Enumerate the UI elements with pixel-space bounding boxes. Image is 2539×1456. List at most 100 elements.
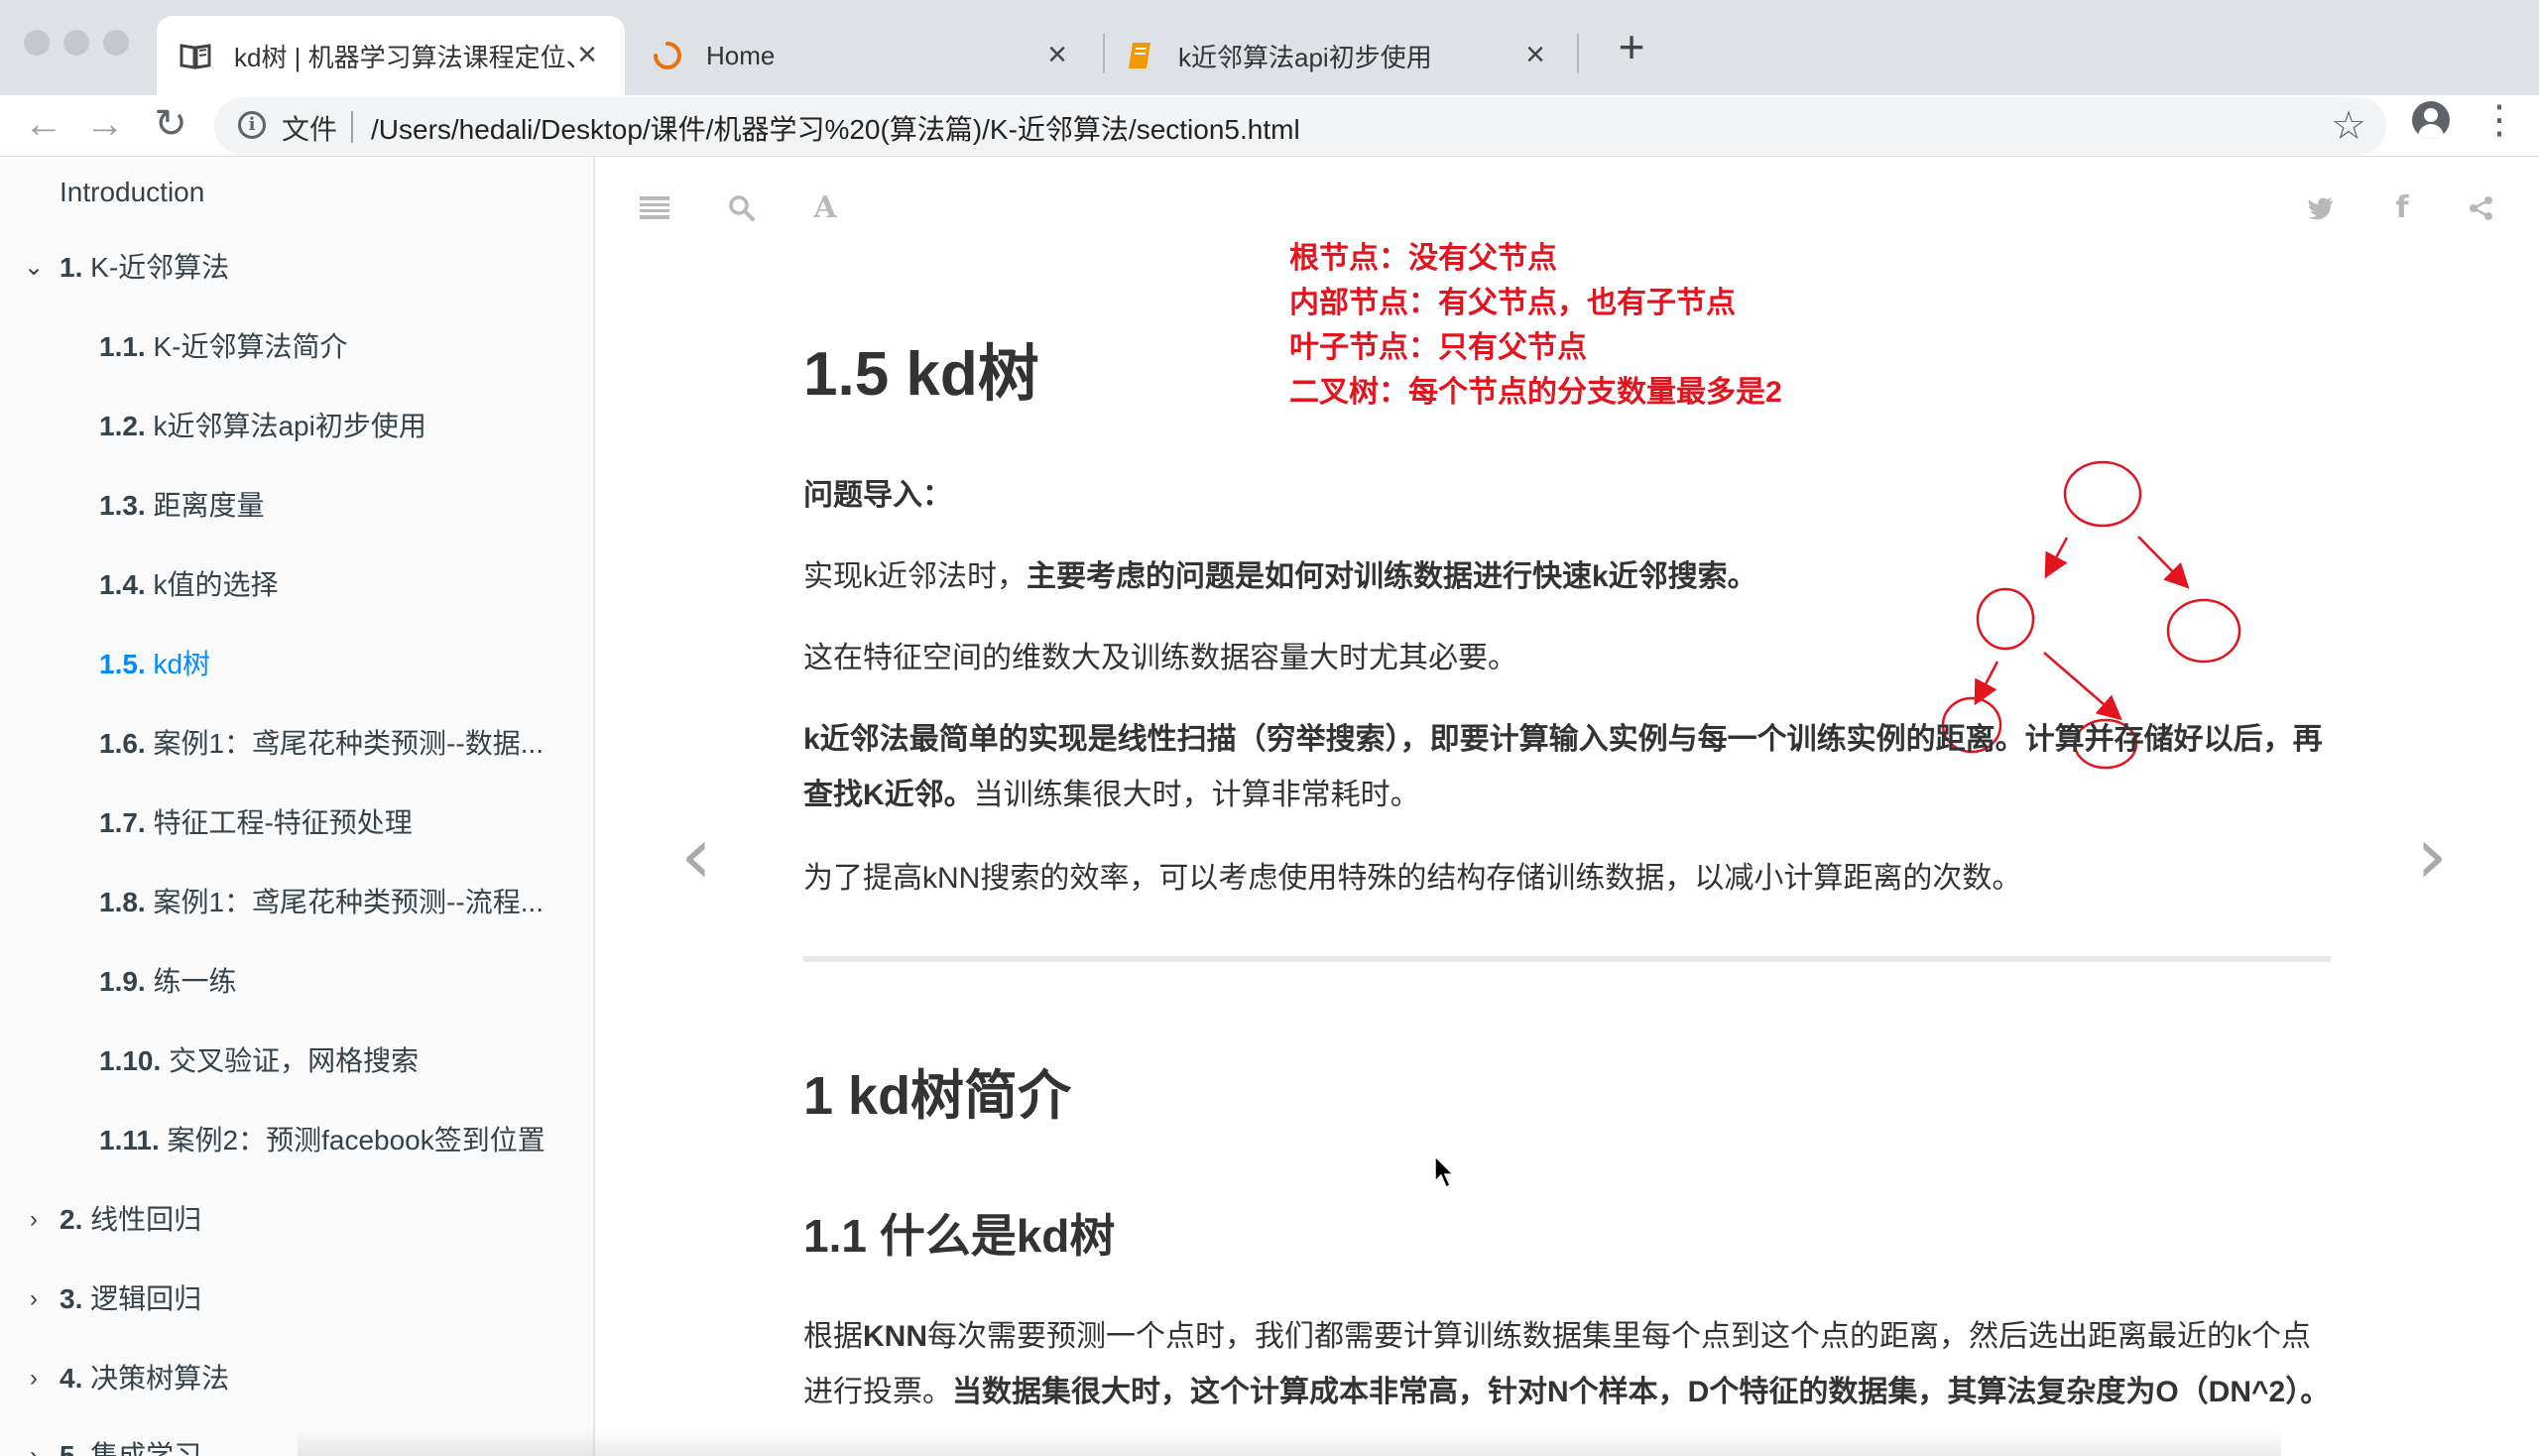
text-run-bold: 当数据集很大时，这个计算成本非常高，针对N个样本，D个特征的数据集，其算法复杂度…: [952, 1376, 2331, 1408]
chevron-right-icon[interactable]: ›: [22, 1359, 46, 1398]
sidebar-item-label: 集成学习: [90, 1440, 202, 1456]
tab-close-icon[interactable]: ×: [571, 38, 603, 71]
sidebar-item-label: 案例1：鸢尾花种类预测--流程...: [153, 887, 544, 917]
chevron-down-icon[interactable]: ⌄: [22, 248, 46, 288]
facebook-icon[interactable]: f: [2382, 188, 2422, 228]
sidebar-item-number: 1.1.: [99, 331, 146, 362]
sidebar-item-introduction[interactable]: Introduction: [60, 173, 204, 212]
font-settings-icon[interactable]: A: [805, 188, 845, 228]
chevron-right-icon[interactable]: ›: [22, 1200, 46, 1240]
sidebar-item-logistic-regression[interactable]: 3. 逻辑回归: [60, 1279, 201, 1319]
browser-menu-icon[interactable]: ⋮: [2479, 97, 2519, 145]
tab-title: kd树 | 机器学习算法课程定位、: [234, 42, 581, 72]
sidebar-item-label: k近邻算法api初步使用: [153, 411, 426, 441]
sidebar-item-linear-regression[interactable]: 2. 线性回归: [60, 1200, 201, 1240]
sidebar-item-1-9[interactable]: 1.9. 练一练: [99, 962, 237, 1002]
sidebar-item-label: 逻辑回归: [90, 1283, 202, 1314]
chevron-right-icon[interactable]: ›: [22, 1436, 46, 1456]
text-run: 根据: [803, 1320, 863, 1353]
previous-page-arrow-icon[interactable]: ‹: [676, 816, 716, 901]
sidebar-item-decision-tree[interactable]: 4. 决策树算法: [60, 1359, 229, 1398]
tab-separator: [1103, 34, 1105, 73]
sidebar-item-1-6[interactable]: 1.6. 案例1：鸢尾花种类预测--数据...: [99, 724, 544, 764]
reload-button[interactable]: ↻: [147, 101, 194, 149]
info-icon[interactable]: i: [238, 111, 266, 139]
back-button[interactable]: ←: [20, 101, 67, 149]
sidebar-item-1-10[interactable]: 1.10. 交叉验证，网格搜索: [99, 1041, 419, 1081]
sidebar-item-number: 1.5.: [99, 649, 146, 679]
sidebar-item-number: 4.: [60, 1363, 83, 1394]
text-run: 实现k近邻法时，: [803, 560, 1027, 593]
tab-separator: [1577, 34, 1579, 73]
tab-title: Home: [706, 40, 776, 70]
sidebar-item-1-1[interactable]: 1.1. K-近邻算法简介: [99, 327, 348, 367]
sidebar-item-1-11[interactable]: 1.11. 案例2：预测facebook签到位置: [99, 1121, 545, 1160]
paragraph-4: 为了提高kNN搜索的效率，可以考虑使用特殊的结构存储训练数据，以减小计算距离的次…: [803, 862, 2022, 895]
sidebar-item-1-2[interactable]: 1.2. k近邻算法api初步使用: [99, 407, 426, 446]
chevron-right-icon[interactable]: ›: [22, 1279, 46, 1319]
text-run: 当训练集很大时，计算非常耗时。: [973, 779, 1420, 811]
sidebar-item-1-5[interactable]: 1.5. kd树: [99, 645, 210, 684]
sidebar-item-number: 5.: [60, 1440, 83, 1456]
sidebar-item-1-7[interactable]: 1.7. 特征工程-特征预处理: [99, 803, 413, 843]
new-tab-button[interactable]: +: [1607, 24, 1656, 73]
sidebar-item-knn[interactable]: 1. K-近邻算法: [60, 248, 229, 288]
search-icon[interactable]: [722, 188, 762, 228]
sidebar-item-number: 1.4.: [99, 569, 146, 600]
sidebar-item-number: 1.2.: [99, 411, 146, 441]
window-close-button[interactable]: [24, 30, 50, 56]
book-icon: [180, 44, 211, 69]
tab-home[interactable]: Home ×: [643, 16, 1095, 95]
sidebar-item-label: 交叉验证，网格搜索: [169, 1045, 420, 1076]
profile-avatar-icon[interactable]: [2412, 101, 2450, 139]
sidebar-item-label: k值的选择: [153, 569, 279, 600]
forward-button[interactable]: →: [81, 101, 129, 149]
twitter-icon[interactable]: [2301, 188, 2341, 228]
loading-ring-icon: [654, 42, 681, 69]
sidebar-item-label: 距离度量: [153, 490, 265, 521]
sidebar-item-ensemble[interactable]: 5. 集成学习: [60, 1436, 201, 1456]
sidebar-item-label: K-近邻算法: [90, 252, 230, 283]
next-page-arrow-icon[interactable]: ›: [2412, 816, 2452, 901]
paragraph-5: 根据KNN每次需要预测一个点时，我们都需要计算训练数据集里每个点到这个点的距离，…: [803, 1309, 2331, 1420]
sidebar-item-number: 3.: [60, 1283, 83, 1314]
sidebar-item-number: 1.7.: [99, 807, 146, 838]
page-title: 1.5 kd树: [803, 340, 1039, 409]
intro-label: 问题导入：: [803, 479, 952, 512]
sidebar-item-label: 案例2：预测facebook签到位置: [167, 1125, 545, 1155]
toggle-sidebar-icon[interactable]: [635, 188, 674, 228]
sidebar-item-1-8[interactable]: 1.8. 案例1：鸢尾花种类预测--流程...: [99, 883, 544, 922]
sidebar-item-label: 特征工程-特征预处理: [153, 807, 413, 838]
url-text[interactable]: /Users/hedali/Desktop/课件/机器学习%20(算法篇)/K-…: [371, 108, 1300, 148]
paragraph-2: 这在特征空间的维数大及训练数据容量大时尤其必要。: [803, 642, 1517, 674]
window-zoom-button[interactable]: [103, 30, 129, 56]
tab-knn-api[interactable]: k近邻算法api初步使用 ×: [1121, 16, 1573, 95]
sidebar-item-1-4[interactable]: 1.4. k值的选择: [99, 565, 279, 605]
sidebar-item-1-3[interactable]: 1.3. 距离度量: [99, 486, 265, 526]
paragraph-1: 实现k近邻法时，主要考虑的问题是如何对训练数据进行快速k近邻搜索。: [803, 549, 2331, 605]
annotation-line: 二叉树：每个节点的分支数量最多是2: [1289, 376, 1782, 409]
browser-toolbar: ← → ↻ i 文件 /Users/hedali/Desktop/课件/机器学习…: [0, 95, 2539, 157]
sidebar-item-label: 案例1：鸢尾花种类预测--数据...: [153, 728, 544, 759]
address-bar[interactable]: i 文件 /Users/hedali/Desktop/课件/机器学习%20(算法…: [214, 97, 2386, 155]
tab-kd-tree[interactable]: kd树 | 机器学习算法课程定位、 ×: [157, 16, 625, 95]
sidebar-item-number: 1.8.: [99, 887, 146, 917]
tab-close-icon[interactable]: ×: [1041, 38, 1073, 71]
sidebar-item-number: 1.10.: [99, 1045, 162, 1076]
bookmark-star-icon[interactable]: ☆: [2331, 103, 2366, 149]
sidebar-item-number: 1.: [60, 252, 83, 283]
mouse-cursor-icon: [1434, 1155, 1455, 1189]
notebook-icon: [1129, 43, 1150, 68]
sidebar-item-label: K-近邻算法简介: [153, 331, 348, 362]
sidebar-item-label: Introduction: [60, 177, 205, 207]
url-separator: [351, 111, 353, 143]
window-bottom-shadow: [298, 1428, 2281, 1456]
sidebar-item-label: 线性回归: [90, 1204, 202, 1235]
sidebar-item-number: 1.9.: [99, 966, 146, 997]
text-run-bold: 主要考虑的问题是如何对训练数据进行快速k近邻搜索。: [1027, 560, 1757, 593]
tab-close-icon[interactable]: ×: [1519, 38, 1551, 71]
window-minimize-button[interactable]: [63, 30, 89, 56]
sidebar-item-number: 1.11.: [99, 1125, 160, 1155]
tab-title: k近邻算法api初步使用: [1178, 42, 1432, 72]
share-icon[interactable]: [2462, 188, 2501, 228]
